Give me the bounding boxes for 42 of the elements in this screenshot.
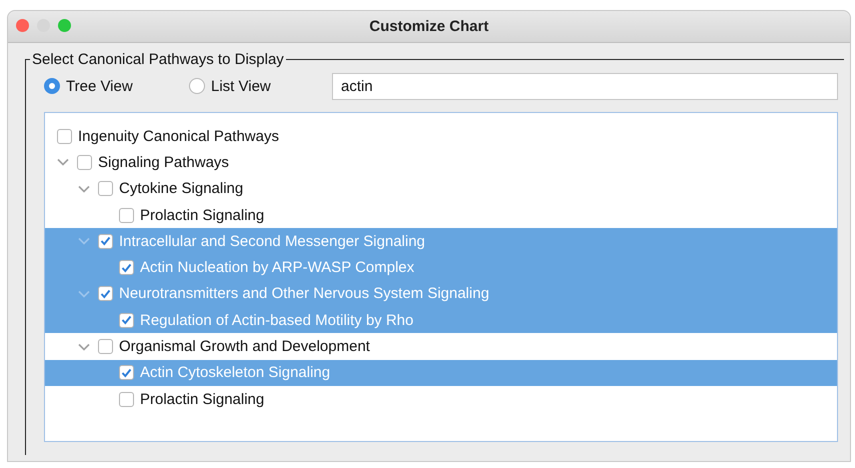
radio-button[interactable] [189, 78, 205, 94]
tree-row[interactable]: Organismal Growth and Development [45, 333, 837, 360]
tree-row[interactable]: Cytokine Signaling [45, 176, 837, 202]
tree-row[interactable]: Ingenuity Canonical Pathways [45, 123, 837, 150]
tree-row[interactable]: Signaling Pathways [45, 149, 837, 176]
tree-item-label: Prolactin Signaling [140, 206, 264, 224]
window-title: Customize Chart [369, 18, 489, 35]
group-legend: Select Canonical Pathways to Display [30, 51, 286, 68]
tree-item-label: Actin Cytoskeleton Signaling [140, 364, 330, 382]
checkbox[interactable] [57, 128, 72, 144]
tree-row[interactable]: Prolactin Signaling [45, 386, 837, 412]
tree-item-label: Signaling Pathways [98, 154, 229, 171]
tree-item-label: Cytokine Signaling [119, 180, 244, 198]
tree-item-label: Regulation of Actin-based Motility by Rho [140, 312, 414, 329]
radio-label[interactable]: Tree View [66, 78, 133, 94]
search-field[interactable]: actin [332, 72, 838, 100]
checkbox[interactable] [98, 339, 113, 354]
checkbox[interactable] [77, 154, 92, 170]
chevron-down-icon[interactable] [78, 290, 90, 298]
chevron-down-icon[interactable] [78, 237, 90, 246]
tree-item-label: Intracellular and Second Messenger Signaling [119, 232, 426, 250]
radio-button[interactable] [44, 78, 60, 94]
chevron-down-icon[interactable] [57, 158, 69, 166]
tree-item-label: Actin Nucleation by ARP-WASP Complex [140, 259, 414, 276]
tree-item-label: Ingenuity Canonical Pathways [78, 128, 279, 145]
chevron-down-icon[interactable] [78, 184, 90, 193]
tree-item-label: Prolactin Signaling [140, 390, 264, 408]
chevron-down-icon[interactable] [78, 342, 90, 351]
radio-label[interactable]: List View [211, 78, 271, 94]
close-button[interactable] [16, 19, 29, 32]
tree-item-label: Organismal Growth and Development [119, 338, 370, 356]
checkbox[interactable] [119, 312, 134, 328]
checkbox[interactable] [119, 208, 134, 223]
checkbox[interactable] [98, 286, 113, 302]
checkbox[interactable] [119, 260, 134, 276]
checkbox[interactable] [98, 181, 113, 196]
checkbox[interactable] [98, 234, 113, 249]
checkbox[interactable] [119, 392, 134, 407]
checkbox[interactable] [119, 365, 134, 380]
tree-row[interactable]: Prolactin Signaling [45, 202, 837, 228]
zoom-button[interactable] [58, 19, 71, 32]
tree-item-label: Neurotransmitters and Other Nervous System Signaling [119, 285, 490, 302]
